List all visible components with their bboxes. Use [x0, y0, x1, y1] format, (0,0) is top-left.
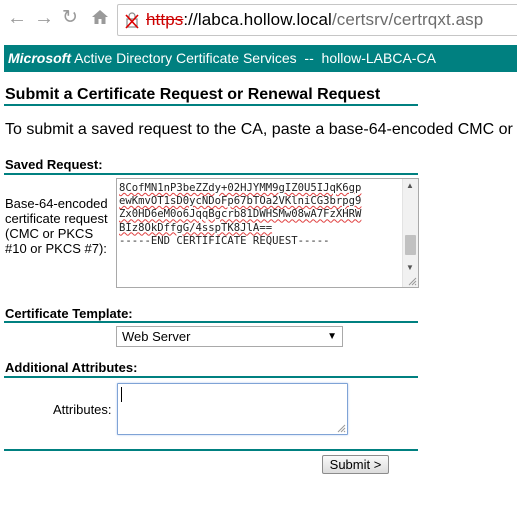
saved-request-divider — [4, 173, 418, 175]
banner-separator: -- — [304, 50, 314, 66]
service-banner: Microsoft Active Directory Certificate S… — [4, 45, 517, 72]
broken-lock-icon — [125, 12, 139, 29]
url-scheme: https — [146, 10, 184, 29]
address-bar[interactable]: https://labca.hollow.local/certsrv/certr… — [117, 4, 517, 36]
certificate-template-select[interactable]: Web Server ▼ — [116, 326, 343, 347]
attributes-divider — [4, 376, 418, 378]
banner-ca-name: hollow-LABCA-CA — [321, 50, 436, 66]
request-line: ewKmvOT1sD0ycNDoFp67bTOa2VKlniCG3brpg9 — [119, 195, 362, 208]
chevron-down-icon: ▼ — [327, 331, 337, 342]
reload-icon[interactable]: ↻ — [62, 8, 78, 28]
saved-request-label: Base-64-encoded certificate request (CMC… — [5, 196, 108, 256]
scrollbar-thumb[interactable] — [405, 235, 416, 255]
browser-toolbar: ← → ↻ https://labca.hollow.local/certsrv… — [0, 0, 517, 42]
request-line: Zx0HD6eM0o6JqqBgcrb81DWHSMw08wA7FzXHRW — [119, 208, 362, 221]
banner-service: Active Directory Certificate Services — [74, 50, 297, 66]
request-line: 8CofMN1nP3beZZdy+02HJYMM9gIZ0U5IJqK6gp — [119, 182, 362, 194]
url-path: /certsrv/certrqxt.asp — [331, 10, 484, 29]
template-divider — [4, 321, 418, 323]
page-title: Submit a Certificate Request or Renewal … — [5, 86, 381, 103]
submit-button[interactable]: Submit > — [322, 455, 389, 474]
request-line: -----END CERTIFICATE REQUEST----- — [119, 234, 330, 247]
additional-attributes-heading: Additional Attributes: — [5, 360, 138, 375]
resize-grip-icon[interactable] — [336, 423, 346, 433]
attributes-textarea[interactable] — [117, 383, 348, 435]
certificate-template-heading: Certificate Template: — [5, 306, 133, 321]
saved-request-content: 8CofMN1nP3beZZdy+02HJYMM9gIZ0U5IJqK6gp e… — [119, 182, 399, 248]
instructions-text: To submit a saved request to the CA, pas… — [5, 121, 513, 138]
textarea-scrollbar[interactable]: ▲ ▼ — [402, 179, 418, 287]
bottom-divider — [4, 449, 418, 451]
home-icon[interactable] — [91, 8, 109, 26]
url-host: ://labca.hollow.local — [183, 10, 332, 29]
selected-template: Web Server — [122, 329, 191, 344]
request-line: BIz8OkDffgG/4sspTK8JlA== — [119, 221, 273, 234]
forward-icon[interactable]: → — [34, 8, 54, 28]
scroll-down-icon[interactable]: ▼ — [406, 264, 414, 272]
banner-brand: Microsoft — [8, 50, 71, 66]
scroll-up-icon[interactable]: ▲ — [406, 182, 414, 190]
saved-request-heading: Saved Request: — [5, 157, 103, 172]
text-caret — [121, 387, 122, 402]
title-divider — [4, 104, 418, 106]
saved-request-textarea[interactable]: 8CofMN1nP3beZZdy+02HJYMM9gIZ0U5IJqK6gp e… — [116, 178, 419, 288]
resize-grip-icon[interactable] — [407, 276, 417, 286]
attributes-label: Attributes: — [53, 402, 112, 417]
back-icon[interactable]: ← — [7, 8, 27, 28]
url-text: https://labca.hollow.local/certsrv/certr… — [146, 10, 483, 30]
